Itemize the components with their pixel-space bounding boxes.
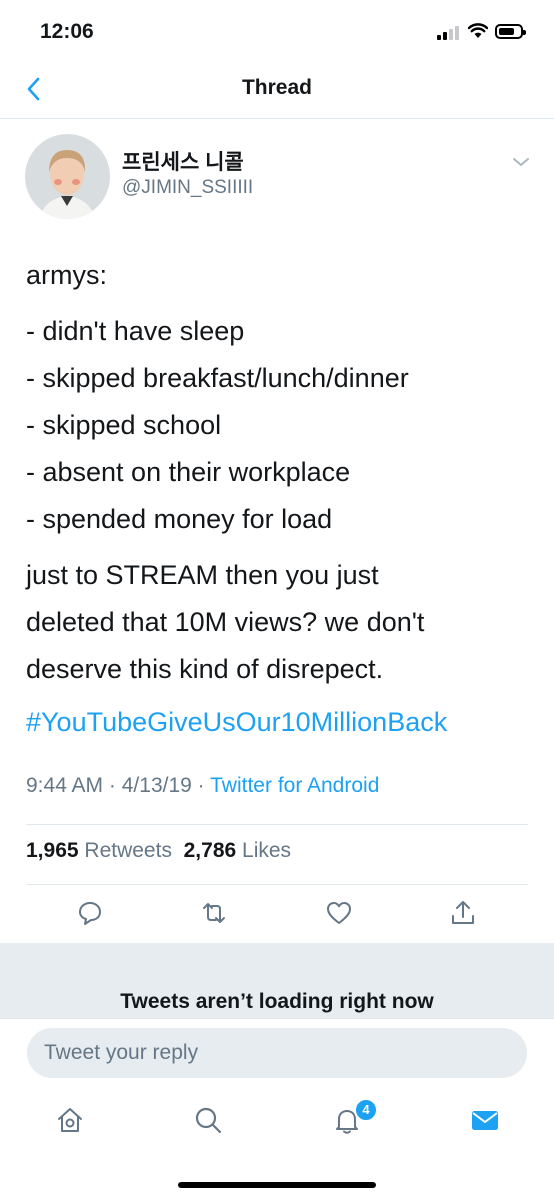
cellular-signal-icon — [437, 26, 459, 40]
page-title: Thread — [241, 76, 312, 99]
reply-icon — [79, 902, 101, 925]
retweets-stat[interactable]: 1,965 Retweets — [26, 839, 172, 862]
status-time: 12:06 — [40, 20, 94, 43]
messages-icon — [472, 1111, 498, 1130]
meta-separator: · — [197, 774, 205, 797]
home-icon — [58, 1108, 82, 1132]
divider — [26, 884, 528, 885]
tweet-source-link[interactable]: Twitter for Android — [210, 774, 379, 797]
reply-button[interactable] — [75, 898, 105, 928]
tweet-line: - skipped breakfast/lunch/dinner — [26, 363, 409, 393]
tweet-stats: 1,965 Retweets 2,786 Likes — [26, 839, 291, 863]
status-bar: 12:06 — [0, 0, 554, 64]
nav-header: Thread — [0, 64, 554, 119]
tweet-line: just to STREAM then you just — [26, 560, 379, 590]
reply-input[interactable] — [27, 1028, 527, 1078]
tweet-time: 9:44 AM — [26, 774, 104, 797]
display-name[interactable]: 프린세스 니콜 — [122, 146, 244, 176]
divider — [26, 824, 528, 825]
username[interactable]: @JIMIN_SSIIIII — [122, 177, 253, 199]
share-button[interactable] — [448, 898, 478, 928]
hashtag-link[interactable]: #YouTubeGiveUsOur10MillionBack — [26, 699, 536, 746]
retweets-label: Retweets — [84, 839, 172, 862]
like-button[interactable] — [324, 898, 354, 928]
search-icon — [195, 1107, 222, 1134]
battery-level — [499, 28, 514, 35]
retweet-button[interactable] — [199, 898, 229, 928]
like-icon — [327, 902, 351, 924]
tab-messages[interactable] — [469, 1104, 501, 1136]
tweet-line: - absent on their workplace — [26, 457, 351, 487]
home-indicator — [178, 1182, 376, 1188]
loading-error-message: Tweets aren’t loading right now — [120, 990, 434, 1013]
tweet-line: - didn't have sleep — [26, 316, 245, 346]
tweet-date: 4/13/19 — [121, 774, 192, 797]
likes-label: Likes — [242, 839, 292, 862]
tweet-line: - skipped school — [26, 410, 222, 440]
share-icon — [452, 901, 474, 924]
battery-icon — [495, 24, 526, 39]
meta-separator: · — [108, 774, 116, 797]
likes-stat[interactable]: 2,786 Likes — [184, 839, 291, 862]
wifi-icon — [468, 23, 488, 38]
tweet-line: deserve this kind of disrepect. — [26, 654, 384, 684]
tab-home[interactable] — [54, 1104, 86, 1136]
tweet-line: armys: — [26, 260, 107, 290]
tweet-meta: 9:44 AM · 4/13/19 · Twitter for Android — [26, 774, 379, 798]
tweet-line: - spended money for load — [26, 504, 333, 534]
retweets-count: 1,965 — [26, 839, 79, 862]
likes-count: 2,786 — [183, 839, 237, 862]
retweet-icon — [203, 903, 225, 923]
tweet-options-button[interactable] — [510, 154, 532, 170]
avatar[interactable] — [25, 134, 110, 219]
tweet-line: deleted that 10M views? we don't — [26, 607, 425, 637]
tab-search[interactable] — [192, 1104, 224, 1136]
notifications-badge: 4 — [354, 1098, 378, 1122]
tweet-text: armys: - didn't have sleep - skipped bre… — [26, 252, 536, 746]
chevron-down-icon — [513, 158, 529, 166]
